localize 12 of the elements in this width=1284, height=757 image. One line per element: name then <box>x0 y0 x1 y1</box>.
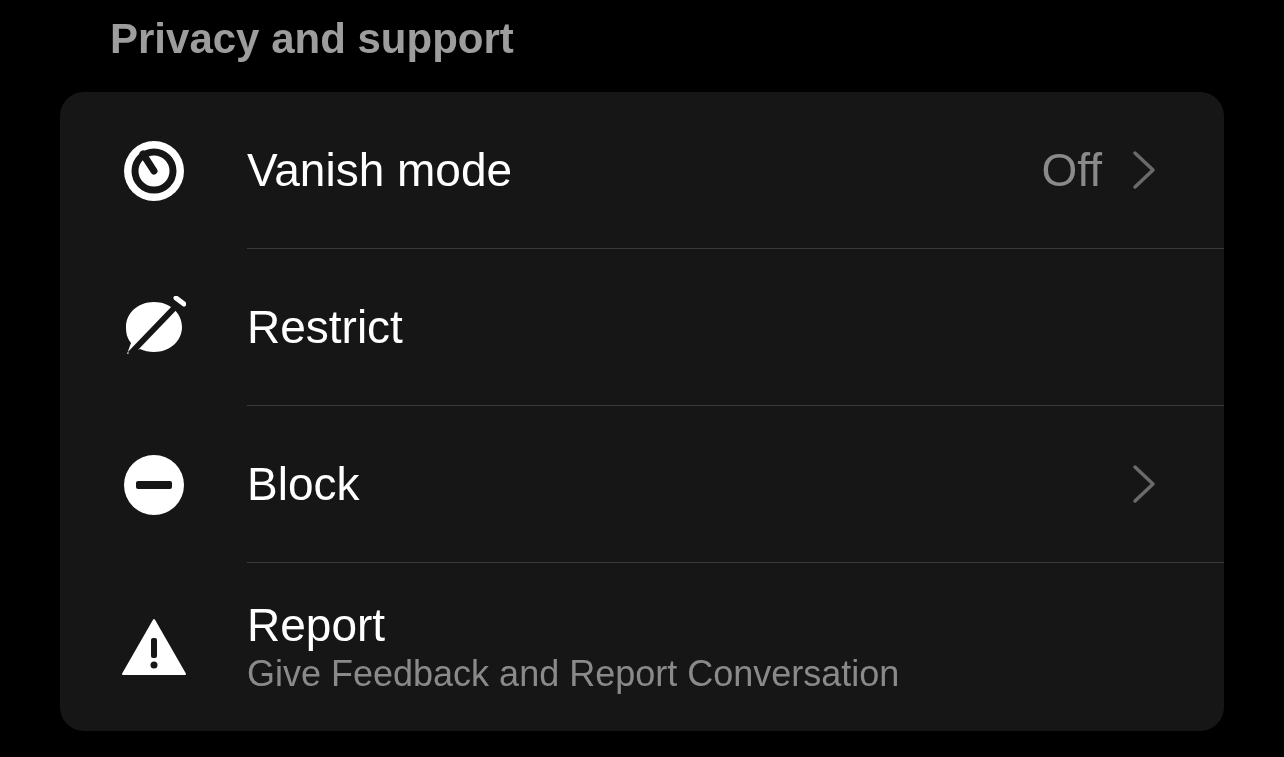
item-label[interactable]: Vanish mode <box>247 143 1042 197</box>
item-subtitle: Give Feedback and Report Conversation <box>247 652 901 696</box>
item-label[interactable]: Restrict <box>247 300 1156 354</box>
section-title: Privacy and support <box>110 14 515 64</box>
item-label[interactable]: Report <box>247 598 1156 652</box>
chevron-icon <box>1132 464 1156 504</box>
warning-icon <box>121 618 186 676</box>
item-value: Off <box>1041 143 1102 197</box>
timer-icon <box>122 139 185 202</box>
chevron-icon <box>1132 150 1156 190</box>
block-icon <box>122 453 185 516</box>
item-label[interactable]: Block <box>247 457 1132 511</box>
